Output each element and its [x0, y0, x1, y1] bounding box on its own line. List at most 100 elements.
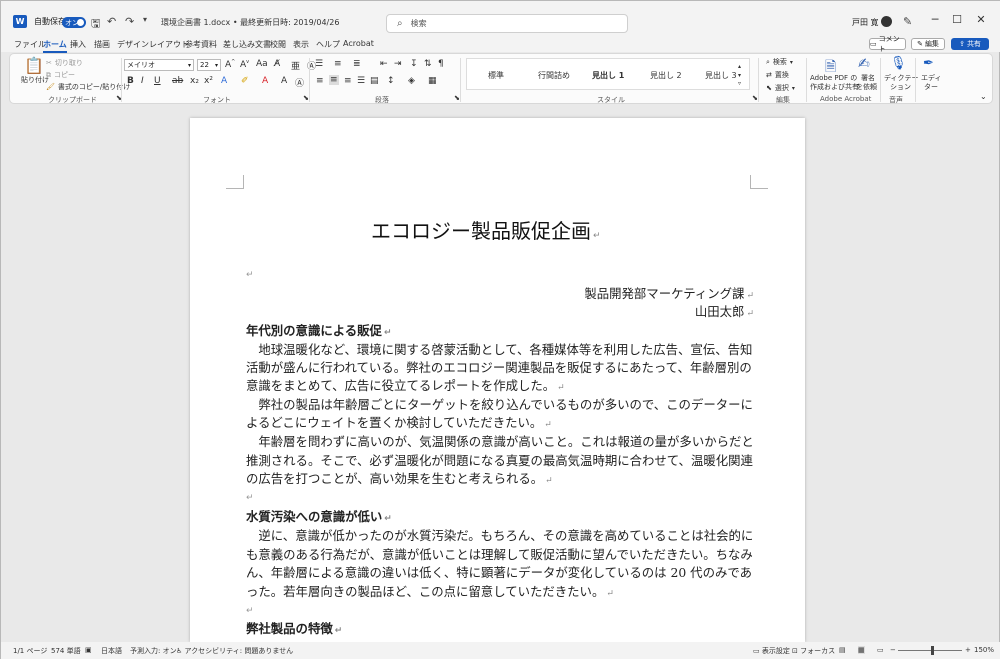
multilevel-list-icon[interactable]: ≣ [353, 59, 361, 69]
italic-icon[interactable]: I [141, 76, 144, 86]
autosave-toggle[interactable]: オン [62, 17, 86, 28]
body-line[interactable]: った。若年層向きの製品ほど、この点に留意していただきたい。 ↵ [246, 583, 754, 603]
superscript-icon[interactable]: x² [204, 76, 213, 86]
find-button[interactable]: ⌕ 検索 ▾ [766, 57, 793, 67]
change-case-icon[interactable]: Aa [256, 59, 268, 69]
bullets-icon[interactable]: ☰ [315, 59, 323, 69]
character-shading-icon[interactable]: A [281, 76, 287, 86]
tab-file[interactable]: ファイル [14, 39, 46, 50]
bold-icon[interactable]: B [127, 76, 134, 86]
numbering-icon[interactable]: ≡ [334, 59, 342, 69]
style-heading-2[interactable]: 見出し 2 [650, 70, 682, 81]
tab-acrobat[interactable]: Acrobat [343, 39, 374, 48]
save-icon[interactable]: 🖫 [91, 15, 100, 34]
section-heading[interactable]: 弊社製品の特徴 ↵ [246, 620, 754, 640]
paragraph-launcher-icon[interactable]: ⬊ [454, 94, 460, 102]
tab-review[interactable]: 校閲 [270, 39, 286, 50]
zoom-in-icon[interactable]: + [965, 646, 971, 654]
microphone-icon[interactable]: 🎙 [890, 56, 907, 71]
ime-status[interactable]: 予測入力: オン [130, 646, 177, 656]
styles-launcher-icon[interactable]: ⬊ [752, 94, 758, 102]
tab-home[interactable]: ホーム [43, 39, 67, 53]
clear-format-icon[interactable]: A̸ [274, 59, 280, 69]
body-line[interactable]: 地球温暖化など、環境に関する啓蒙活動として、各種媒体等を利用した広告、宣伝、告知 [246, 341, 754, 359]
character-border-icon[interactable]: Ⓐ [295, 76, 304, 89]
format-painter-button[interactable]: 🖌 書式のコピー/貼り付け [46, 82, 130, 92]
department-line[interactable]: 製品開発部マーケティング課 ↵ [246, 285, 754, 305]
style-heading-1[interactable]: 見出し 1 [592, 70, 624, 81]
body-line[interactable]: 意識をまとめて、広告に役立てるレポートを作成した。 ↵ [246, 377, 754, 397]
create-pdf-line2[interactable]: 作成および共有 [810, 82, 859, 92]
line-spacing-icon[interactable]: ↕ [387, 76, 395, 86]
distributed-icon[interactable]: ▤ [370, 76, 379, 86]
document-title-heading[interactable]: エコロジー製品販促企画 ↵ [371, 215, 601, 244]
tab-design[interactable]: デザイン [117, 39, 149, 50]
font-size-input[interactable]: 22 ▾ [197, 59, 221, 71]
close-icon[interactable]: ✕ [971, 13, 991, 26]
section-heading[interactable]: 年代別の意識による販促 ↵ [246, 322, 754, 342]
font-launcher-icon[interactable]: ⬊ [303, 94, 309, 102]
strikethrough-icon[interactable]: ab [172, 76, 183, 86]
minimize-icon[interactable]: ─ [925, 13, 945, 26]
body-line[interactable]: 逆に、意識が低かったのが水質汚染だ。もちろん、その意識を高めていることは社会的に [246, 527, 754, 545]
search-input[interactable]: ⌕ 検索 [386, 14, 628, 33]
proofing-icon[interactable]: ▣ [85, 646, 92, 654]
text-effects-icon[interactable]: A [221, 76, 227, 86]
tab-draw[interactable]: 描画 [94, 39, 110, 50]
font-name-input[interactable]: メイリオ ▾ [124, 59, 194, 71]
body-line[interactable]: よるどこにウェイトを置くか検討していただきたい。 ↵ [246, 414, 754, 434]
chevron-down-icon[interactable]: ▾ [738, 72, 741, 79]
customize-qat-icon[interactable]: ▾ [143, 15, 147, 24]
undo-icon[interactable]: ↶ [107, 15, 116, 28]
body-line[interactable]: ん、年齢層による意識の違いは低く、特に顕著にデータが変化しているのは 20 代の… [246, 564, 754, 582]
word-count[interactable]: 574 単語 [51, 646, 81, 656]
paste-icon[interactable]: 📋 [24, 56, 44, 75]
paste-button[interactable]: 貼り付け [21, 75, 49, 85]
tab-view[interactable]: 表示 [293, 39, 309, 50]
editor-icon[interactable]: ✒ [923, 56, 934, 71]
print-layout-icon[interactable]: ▦ [858, 646, 865, 654]
copy-button[interactable]: ⧉ コピー [46, 70, 75, 80]
borders-icon[interactable]: ▦ [428, 76, 437, 86]
increase-indent-icon[interactable]: ⇥ [394, 59, 402, 69]
comment-button[interactable]: ▭ コメント [869, 35, 906, 53]
collapse-ribbon-icon[interactable]: ⌄ [980, 92, 987, 101]
author-line[interactable]: 山田太郎 ↵ [246, 303, 754, 323]
zoom-level[interactable]: 150% [974, 646, 994, 654]
accessibility-status[interactable]: ♿ アクセシビリティ: 問題ありません [176, 646, 293, 656]
text-direction-icon[interactable]: ↧ [410, 59, 418, 69]
select-button[interactable]: ⬉ 選択 ▾ [766, 83, 795, 93]
page-count[interactable]: 1/1 ページ [13, 646, 47, 656]
tab-mailings[interactable]: 差し込み文書 [223, 39, 271, 50]
shrink-font-icon[interactable]: Av [240, 59, 249, 70]
style-heading-3[interactable]: 見出し 3 [705, 70, 737, 81]
align-left-icon[interactable]: ≡ [316, 76, 324, 86]
cut-button[interactable]: ✂ 切り取り [46, 58, 83, 68]
zoom-slider[interactable] [898, 650, 962, 651]
decrease-indent-icon[interactable]: ⇤ [380, 59, 388, 69]
body-line[interactable]: も意義のある行為だが、意識が低いことは理解して販促活動に望んでいただきたい。ちな… [246, 546, 754, 564]
style-normal[interactable]: 標準 [488, 70, 504, 81]
pen-icon[interactable]: ✎ [903, 15, 912, 28]
phonetic-guide-icon[interactable]: 亜 [291, 59, 300, 72]
language-indicator[interactable]: 日本語 [101, 646, 122, 656]
web-layout-icon[interactable]: ▭ [877, 646, 884, 654]
zoom-slider-thumb[interactable] [931, 646, 934, 655]
grow-font-icon[interactable]: A^ [225, 59, 235, 70]
align-right-icon[interactable]: ≡ [344, 76, 352, 86]
section-heading[interactable]: 水質汚染への意識が低い ↵ [246, 508, 754, 528]
style-no-spacing[interactable]: 行間詰め [538, 70, 570, 81]
font-color-icon[interactable]: A [262, 76, 268, 86]
body-line[interactable]: の広告を打つことが、高い効果を生むと考えられる。 ↵ [246, 470, 754, 490]
body-line[interactable]: 弊社の製品は年齢層ごとにターゲットを絞り込んでいるものが多いので、このデーターに [246, 396, 754, 414]
replace-button[interactable]: ⇄ 置換 [766, 70, 789, 80]
request-signature-icon[interactable]: ✍ [858, 56, 870, 72]
subscript-icon[interactable]: x₂ [190, 76, 199, 86]
tab-references[interactable]: 参考資料 [185, 39, 217, 50]
sort-icon[interactable]: ⇅ [424, 59, 432, 69]
shading-icon[interactable]: ◈ [408, 76, 415, 86]
editor-line2[interactable]: ター [924, 82, 938, 92]
avatar[interactable] [881, 16, 892, 27]
redo-icon[interactable]: ↷ [125, 15, 134, 28]
body-line[interactable]: 活動が盛んに行われている。弊社のエコロジー関連製品を販促するにあたって、年齢層別… [246, 359, 754, 377]
